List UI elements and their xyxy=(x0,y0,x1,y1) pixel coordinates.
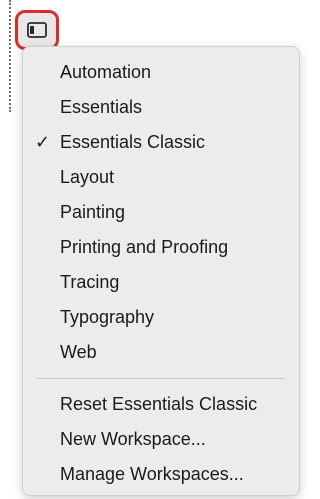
menu-item-label: Painting xyxy=(60,202,126,222)
menu-separator xyxy=(37,378,285,379)
menu-item-label: Tracing xyxy=(60,272,120,292)
workspace-panel-icon xyxy=(27,22,47,38)
menu-item-painting[interactable]: Painting xyxy=(23,195,299,230)
menu-item-label: Layout xyxy=(60,167,115,187)
menu-item-label: Automation xyxy=(60,62,152,82)
workspace-switcher-button[interactable] xyxy=(15,10,59,50)
menu-item-printing-and-proofing[interactable]: Printing and Proofing xyxy=(23,230,299,265)
workspace-switcher-area: Automation Essentials ✓ Essentials Class… xyxy=(0,0,304,499)
menu-item-label: Reset Essentials Classic xyxy=(60,394,258,414)
workspace-menu-list: Automation Essentials ✓ Essentials Class… xyxy=(23,55,299,492)
menu-item-manage-workspaces[interactable]: Manage Workspaces... xyxy=(23,457,299,492)
workspace-menu: Automation Essentials ✓ Essentials Class… xyxy=(22,46,300,496)
menu-item-essentials[interactable]: Essentials xyxy=(23,90,299,125)
menu-item-label: Printing and Proofing xyxy=(60,237,229,257)
menu-item-label: Typography xyxy=(60,307,155,327)
menu-item-tracing[interactable]: Tracing xyxy=(23,265,299,300)
menu-item-reset-workspace[interactable]: Reset Essentials Classic xyxy=(23,387,299,422)
menu-item-layout[interactable]: Layout xyxy=(23,160,299,195)
menu-item-new-workspace[interactable]: New Workspace... xyxy=(23,422,299,457)
dotted-guide-line xyxy=(9,0,11,112)
menu-item-web[interactable]: Web xyxy=(23,335,299,370)
menu-item-label: Web xyxy=(60,342,97,362)
menu-item-label: Manage Workspaces... xyxy=(60,464,244,484)
menu-item-typography[interactable]: Typography xyxy=(23,300,299,335)
menu-item-essentials-classic[interactable]: ✓ Essentials Classic xyxy=(23,125,299,160)
menu-item-label: Essentials xyxy=(60,97,143,117)
menu-item-label: New Workspace... xyxy=(60,429,206,449)
menu-item-automation[interactable]: Automation xyxy=(23,55,299,90)
menu-item-label: Essentials Classic xyxy=(60,132,206,152)
checkmark-icon: ✓ xyxy=(35,132,51,152)
